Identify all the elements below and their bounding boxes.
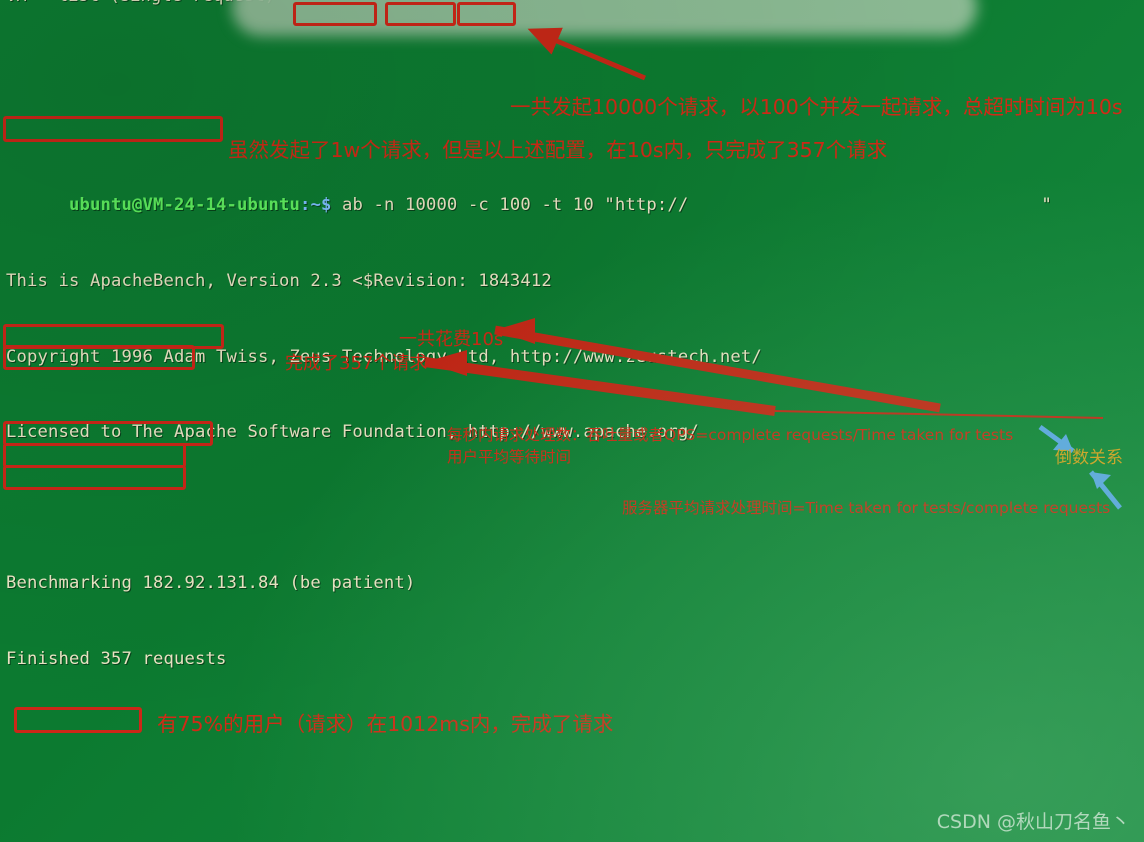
highlight-box-flag-t [457,2,516,26]
finished-requests-line: Finished 357 requests [6,648,227,669]
annotation-total-requests: 一共发起10000个请求，以100个并发一起请求，总超时时间为10s [510,95,1123,119]
url-suffix: " [1041,195,1052,216]
highlight-box-p75 [14,707,142,733]
flag-t: -t 10 [541,195,594,216]
url-prefix: "http:// [593,195,689,216]
csdn-watermark: CSDN @秋山刀名鱼丶 [936,811,1130,833]
annotation-time-taken: 一共花费10s [399,329,504,350]
annotation-time-per-request-all: 服务器平均请求处理时间=Time taken for tests/complet… [622,499,1111,517]
shell-prompt-line: ubuntu@VM-24-14-ubuntu:~$ ab -n 10000 -c… [0,168,1144,215]
benchmarking-line: Benchmarking 182.92.131.84 (be patient) [6,573,416,594]
output-line: This is ApacheBench, Version 2.3 <$Revis… [6,271,552,292]
annotation-finished-requests: 虽然发起了1w个请求，但是以上述配置，在10s内，只完成了357个请求 [228,138,888,162]
annotation-complete-requests: 完成了357个请求 [285,353,428,374]
flag-n: -n 10000 [373,195,458,216]
prompt-path: :~$ [299,195,332,216]
highlight-box-flag-n [293,2,377,26]
highlight-box-complete-requests [3,345,195,370]
highlight-box-flag-c [385,2,456,26]
highlight-box-finished-requests [3,116,223,142]
annotation-time-per-request-mean: 用户平均等待时间 [447,448,572,466]
terminal-screenshot: VM list (single-request) ubuntu@VM-24-14… [0,0,1144,842]
prompt-user-host: ubuntu@VM-24-14-ubuntu [69,195,300,216]
annotation-p75: 有75%的用户（请求）在1012ms内，完成了请求 [157,712,614,736]
highlight-box-time-per-req-2 [3,465,186,490]
command-head: ab [331,195,374,216]
annotation-requests-per-second: 每秒内请求处理数：吞吐量或者QPS=complete requests/Time… [447,426,1014,444]
annotation-reciprocal: 倒数关系 [1055,448,1123,468]
flag-c: -c 100 [467,195,531,216]
